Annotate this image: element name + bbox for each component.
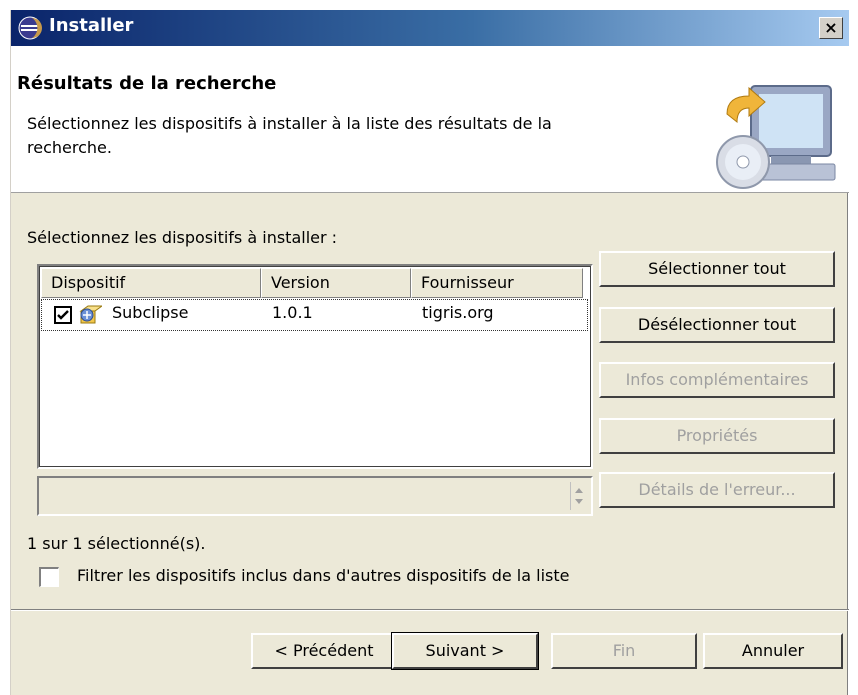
close-button[interactable]: × bbox=[819, 17, 843, 39]
checkbox-checked-icon bbox=[57, 310, 69, 320]
filter-checkbox[interactable] bbox=[39, 567, 59, 587]
column-header-provider[interactable]: Fournisseur bbox=[411, 268, 583, 298]
back-button[interactable]: < Précédent bbox=[251, 633, 397, 669]
page-description: Sélectionnez les dispositifs à installer… bbox=[27, 114, 552, 157]
select-all-button[interactable]: Sélectionner tout bbox=[599, 251, 835, 287]
filter-label[interactable]: Filtrer les dispositifs inclus dans d'au… bbox=[77, 566, 569, 585]
cancel-button[interactable]: Annuler bbox=[703, 633, 843, 669]
feature-table[interactable]: Dispositif Version Fournisseur Subclipse… bbox=[37, 264, 593, 469]
error-details-button[interactable]: Détails de l'erreur... bbox=[599, 472, 835, 508]
properties-button[interactable]: Propriétés bbox=[599, 418, 835, 454]
feature-provider-cell: tigris.org bbox=[422, 303, 494, 322]
feature-version-cell: 1.0.1 bbox=[272, 303, 313, 322]
feature-package-icon bbox=[79, 305, 102, 324]
close-icon: × bbox=[824, 18, 838, 37]
installer-dialog: Installer × Résultats de la recherche Sé… bbox=[10, 10, 849, 695]
selection-status: 1 sur 1 sélectionné(s). bbox=[27, 534, 206, 553]
eclipse-icon bbox=[18, 16, 42, 40]
table-header: Dispositif Version Fournisseur bbox=[41, 268, 591, 298]
wizard-header: Résultats de la recherche Sélectionnez l… bbox=[11, 46, 849, 193]
window-title: Installer bbox=[49, 15, 134, 36]
column-header-feature[interactable]: Dispositif bbox=[41, 268, 261, 298]
feature-description-field[interactable] bbox=[37, 476, 593, 516]
finish-button[interactable]: Fin bbox=[551, 633, 697, 669]
more-info-button[interactable]: Infos complémentaires bbox=[599, 362, 835, 398]
spinner-icon[interactable] bbox=[570, 482, 587, 510]
next-button[interactable]: Suivant > bbox=[391, 632, 539, 670]
title-bar[interactable]: Installer × bbox=[11, 10, 849, 46]
deselect-all-button[interactable]: Désélectionner tout bbox=[599, 307, 835, 343]
footer-separator bbox=[11, 609, 849, 611]
feature-list-label: Sélectionnez les dispositifs à installer… bbox=[27, 228, 338, 247]
feature-name-cell: Subclipse bbox=[112, 303, 189, 322]
table-row[interactable]: Subclipse 1.0.1 tigris.org bbox=[41, 299, 588, 331]
page-title: Résultats de la recherche bbox=[17, 73, 277, 94]
column-header-version[interactable]: Version bbox=[261, 268, 411, 298]
feature-checkbox[interactable] bbox=[54, 306, 72, 324]
install-banner-icon bbox=[716, 85, 836, 189]
